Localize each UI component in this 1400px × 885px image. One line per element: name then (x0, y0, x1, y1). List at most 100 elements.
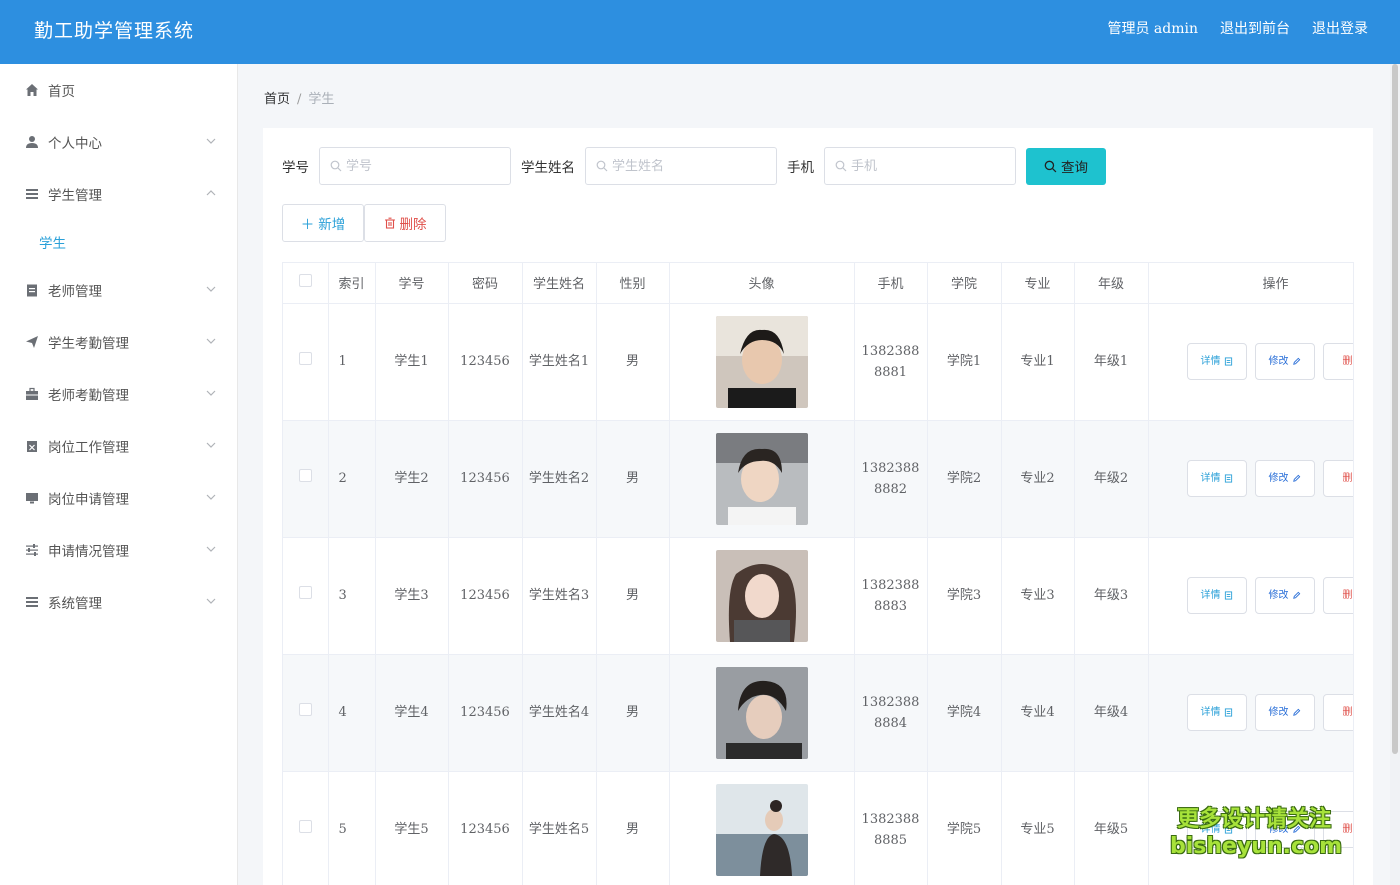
student-no-field[interactable] (319, 147, 511, 185)
sidebar-item-personal-center[interactable]: 个人中心 (0, 116, 237, 168)
cell-college: 学院4 (927, 654, 1002, 772)
main-content: 首页 / 学生 学号 学生姓名 手机 查询 (238, 64, 1390, 885)
row-delete-button[interactable]: 删除 (1322, 577, 1353, 614)
cell-avatar (669, 654, 855, 772)
column-header: 手机 (854, 263, 928, 304)
admin-user-link[interactable]: 管理员 admin (1107, 18, 1198, 38)
select-all-cell[interactable] (283, 263, 329, 304)
detail-button-label: 详情 (1200, 590, 1221, 601)
edit-icon (1292, 708, 1300, 716)
delete-button[interactable]: 删除 (364, 204, 446, 242)
chevron-down-icon (206, 494, 216, 500)
sidebar-item-label: 申请情况管理 (48, 544, 129, 560)
cell-password: 123456 (448, 771, 523, 885)
column-header: 性别 (596, 263, 670, 304)
row-delete-button[interactable]: 删除 (1322, 460, 1353, 497)
chevron-down-icon (206, 598, 216, 604)
table-row[interactable]: 2 学生2 123456 学生姓名2 男 13823888882 学院2 专业2 年级2 详情 修改… (283, 420, 1353, 538)
sidebar-item-label: 学生管理 (48, 188, 102, 204)
detail-button[interactable]: 详情 (1186, 343, 1247, 380)
column-header: 学号 (375, 263, 449, 304)
sidebar-item-student-attendance[interactable]: 学生考勤管理 (0, 316, 237, 368)
sidebar-item-teacher-attendance[interactable]: 老师考勤管理 (0, 368, 237, 420)
query-button[interactable]: 查询 (1026, 147, 1106, 185)
student-name-input[interactable] (612, 158, 762, 174)
page-scrollbar[interactable] (1392, 64, 1398, 754)
row-select-cell[interactable] (283, 537, 329, 655)
sidebar-item-label: 个人中心 (48, 136, 102, 152)
row-checkbox[interactable] (298, 352, 312, 365)
app-title: 勤工助学管理系统 (34, 20, 195, 42)
cell-student-no: 学生3 (375, 537, 449, 655)
list-icon (24, 594, 40, 610)
table-header-row: 索引 学号 密码 学生姓名 性别 头像 手机 学院 专业 年级 操作 (283, 263, 1353, 304)
column-header: 学生姓名 (522, 263, 597, 304)
briefcase-icon (24, 386, 40, 402)
cell-gender: 男 (596, 303, 670, 421)
detail-button[interactable]: 详情 (1186, 460, 1247, 497)
exit-to-frontend-link[interactable]: 退出到前台 (1220, 18, 1290, 38)
sidebar-item-job-application[interactable]: 岗位申请管理 (0, 472, 237, 524)
detail-button[interactable]: 详情 (1186, 577, 1247, 614)
row-select-cell[interactable] (283, 654, 329, 772)
cell-phone: 13823888883 (854, 537, 928, 655)
student-name-label: 学生姓名 (521, 160, 575, 176)
edit-icon (1292, 474, 1300, 482)
logout-link[interactable]: 退出登录 (1312, 18, 1368, 38)
avatar-image (715, 549, 808, 642)
row-checkbox[interactable] (298, 586, 312, 599)
list-icon (24, 186, 40, 202)
student-name-field[interactable] (585, 147, 777, 185)
top-navbar: 勤工助学管理系统 管理员 admin 退出到前台 退出登录 (0, 0, 1400, 64)
breadcrumb-home[interactable]: 首页 (264, 92, 290, 107)
cell-index: 5 (328, 771, 376, 885)
cell-avatar (669, 537, 855, 655)
cell-index: 1 (328, 303, 376, 421)
row-delete-button[interactable]: 删除 (1322, 343, 1353, 380)
send-icon (24, 334, 40, 350)
cell-college: 学院3 (927, 537, 1002, 655)
sidebar-item-job-work[interactable]: 岗位工作管理 (0, 420, 237, 472)
edit-button[interactable]: 修改 (1254, 343, 1315, 380)
cell-phone: 13823888882 (854, 420, 928, 538)
phone-input[interactable] (851, 158, 1001, 174)
sidebar-item-home[interactable]: 首页 (0, 64, 237, 116)
row-select-cell[interactable] (283, 303, 329, 421)
sidebar-item-system-management[interactable]: 系统管理 (0, 576, 237, 628)
cell-actions: 详情 修改 删除 (1148, 303, 1353, 421)
cell-college: 学院5 (927, 771, 1002, 885)
cell-actions: 详情 修改 删除 (1148, 654, 1353, 772)
select-all-checkbox[interactable] (298, 274, 312, 288)
search-form: 学号 学生姓名 手机 查询 (282, 147, 1106, 185)
monitor-icon (24, 490, 40, 506)
sidebar-item-label: 学生考勤管理 (48, 336, 129, 352)
edit-button[interactable]: 修改 (1254, 577, 1315, 614)
row-delete-button[interactable]: 删除 (1322, 694, 1353, 731)
phone-label: 手机 (787, 160, 814, 176)
row-checkbox[interactable] (298, 820, 312, 833)
detail-button[interactable]: 详情 (1186, 694, 1247, 731)
phone-field[interactable] (824, 147, 1016, 185)
sidebar-item-application-status[interactable]: 申请情况管理 (0, 524, 237, 576)
edit-button[interactable]: 修改 (1254, 460, 1315, 497)
add-button[interactable]: ＋ 新增 (282, 204, 364, 242)
sidebar-item-teacher-management[interactable]: 老师管理 (0, 264, 237, 316)
table-row[interactable]: 3 学生3 123456 学生姓名3 男 13823888883 学院3 专业3 年级3 详情 修改… (283, 537, 1353, 655)
row-checkbox[interactable] (298, 703, 312, 716)
watermark-line-2: bisheyun.com (1170, 834, 1343, 859)
query-button-label: 查询 (1061, 160, 1088, 176)
table-row[interactable]: 1 学生1 123456 学生姓名1 男 13823888881 学院1 专业1 年级1 详情 修改… (283, 303, 1353, 421)
table-row[interactable]: 4 学生4 123456 学生姓名4 男 13823888884 学院4 专业4 年级4 详情 修改… (283, 654, 1353, 772)
edit-button[interactable]: 修改 (1254, 694, 1315, 731)
cell-name: 学生姓名1 (522, 303, 597, 421)
chevron-down-icon (206, 338, 216, 344)
student-no-input[interactable] (346, 158, 496, 174)
search-icon (596, 160, 608, 172)
row-select-cell[interactable] (283, 420, 329, 538)
sidebar-item-student-management[interactable]: 学生管理 (0, 168, 237, 220)
row-select-cell[interactable] (283, 771, 329, 885)
row-checkbox[interactable] (298, 469, 312, 482)
cell-index: 2 (328, 420, 376, 538)
sidebar-subitem-student[interactable]: 学生 (0, 220, 237, 264)
edit-icon (1292, 591, 1300, 599)
